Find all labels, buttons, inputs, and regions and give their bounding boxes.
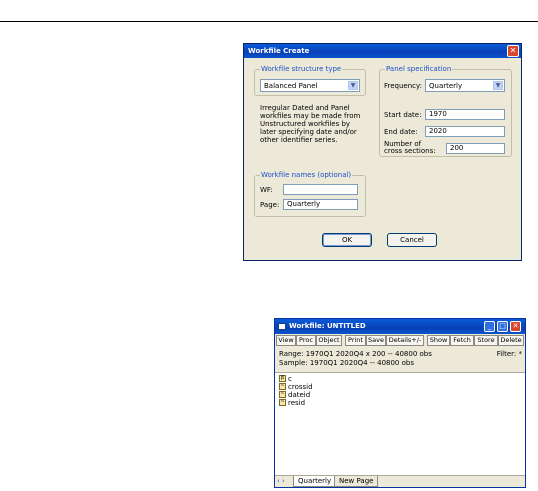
object-item[interactable]: ~ dateid <box>279 391 310 399</box>
frequency-select[interactable]: Quarterly ▼ <box>425 79 505 92</box>
object-name: c <box>288 375 292 383</box>
close-icon[interactable]: ✕ <box>510 321 521 332</box>
close-icon[interactable]: ✕ <box>507 45 519 57</box>
tab-quarterly[interactable]: Quarterly <box>293 476 337 487</box>
end-date-label: End date: <box>384 128 418 136</box>
minimize-icon[interactable]: _ <box>484 321 495 332</box>
series-icon: ~ <box>279 383 286 390</box>
tab-new-page[interactable]: New Page <box>334 476 379 487</box>
object-item[interactable]: ~ crossid <box>279 383 313 391</box>
filter-text[interactable]: Filter: * <box>497 350 522 359</box>
object-name: resid <box>288 399 306 407</box>
object-button[interactable]: Object <box>316 335 342 346</box>
structure-type-value: Balanced Panel <box>264 82 318 90</box>
maximize-icon[interactable]: □ <box>497 321 508 332</box>
wf-field[interactable] <box>283 184 358 195</box>
workfile-info: Range: 1970Q1 2020Q4 x 200 -- 40800 obs … <box>275 347 525 373</box>
print-button[interactable]: Print <box>345 335 366 346</box>
panel-spec-group-title: Panel specification <box>385 65 453 74</box>
start-date-field[interactable]: 1970 <box>425 109 505 120</box>
structure-type-select[interactable]: Balanced Panel ▼ <box>260 79 360 92</box>
panel-spec-group: Panel specification Frequency: Quarterly… <box>379 65 512 157</box>
proc-button[interactable]: Proc <box>296 335 316 346</box>
ok-button[interactable]: OK <box>322 233 372 247</box>
series-icon: ~ <box>279 391 286 398</box>
structure-note: Irregular Dated and Panel workfiles may … <box>260 104 361 144</box>
page-field[interactable]: Quarterly <box>283 199 358 210</box>
coef-icon: β <box>279 375 286 382</box>
object-name: dateid <box>288 391 311 399</box>
page-tabs: ‹ › Quarterly New Page <box>275 475 525 487</box>
cancel-button[interactable]: Cancel <box>387 233 437 247</box>
object-item[interactable]: βc <box>279 375 292 383</box>
workfile-window: Workfile: UNTITLED _ □ ✕ View Proc Objec… <box>274 318 526 488</box>
object-item[interactable]: ~ resid <box>279 399 305 407</box>
structure-group: Workfile structure type Balanced Panel ▼ <box>254 65 366 96</box>
save-button[interactable]: Save <box>366 335 386 346</box>
show-button[interactable]: Show <box>427 335 450 346</box>
end-date-field[interactable]: 2020 <box>425 126 505 137</box>
wf-label: WF: <box>260 186 273 194</box>
frequency-value: Quarterly <box>429 82 463 90</box>
sample-text: Sample: 1970Q1 2020Q4 -- 40800 obs <box>279 359 414 367</box>
page-label: Page: <box>260 201 280 209</box>
structure-group-title: Workfile structure type <box>260 65 343 74</box>
workfile-toolbar: View Proc Object Print Save Details+/- S… <box>275 334 525 347</box>
frequency-label: Frequency: <box>384 82 423 90</box>
top-rule <box>0 21 538 22</box>
fetch-button[interactable]: Fetch <box>450 335 474 346</box>
series-icon: ~ <box>279 399 286 406</box>
workfile-title-text: Workfile: UNTITLED <box>289 322 366 330</box>
names-group: Workfile names (optional) WF: Page: Quar… <box>254 171 366 217</box>
cross-sections-label-2: cross sections: <box>384 147 436 155</box>
chevron-down-icon[interactable]: ▼ <box>493 81 503 90</box>
tab-nav-arrows-icon[interactable]: ‹ › <box>277 477 285 486</box>
workfile-create-dialog: Workfile Create ✕ Workfile structure typ… <box>243 43 522 261</box>
chevron-down-icon[interactable]: ▼ <box>348 81 358 90</box>
workfile-icon <box>278 323 286 330</box>
details-button[interactable]: Details+/- <box>386 335 424 346</box>
delete-button[interactable]: Delete <box>498 335 524 346</box>
view-button[interactable]: View <box>276 335 296 346</box>
cross-sections-field[interactable]: 200 <box>446 143 505 154</box>
store-button[interactable]: Store <box>474 335 498 346</box>
names-group-title: Workfile names (optional) <box>260 171 353 180</box>
dialog-title: Workfile Create <box>244 44 521 58</box>
range-text: Range: 1970Q1 2020Q4 x 200 -- 40800 obs <box>279 350 432 358</box>
start-date-label: Start date: <box>384 111 422 119</box>
object-name: crossid <box>288 383 313 391</box>
